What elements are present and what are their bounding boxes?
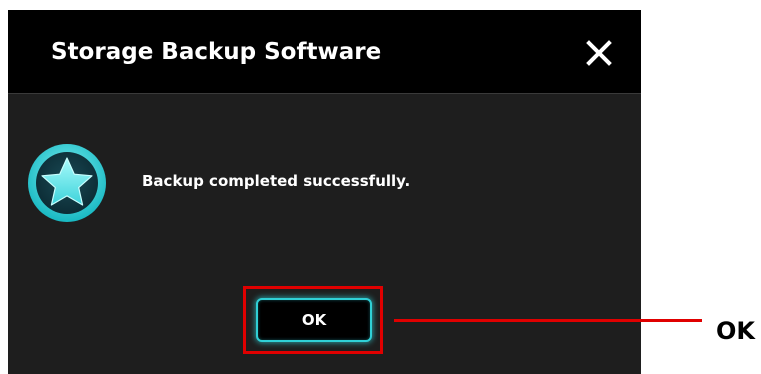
ok-button[interactable]: OK	[256, 298, 372, 342]
dialog-title: Storage Backup Software	[51, 39, 382, 65]
screenshot-stage: Storage Backup Software Backup completed…	[0, 0, 761, 374]
dialog-titlebar: Storage Backup Software	[8, 10, 641, 94]
callout-label: OK	[716, 317, 755, 345]
status-message: Backup completed successfully.	[142, 172, 411, 190]
star-icon	[26, 142, 108, 224]
close-icon[interactable]	[585, 39, 613, 67]
callout-line	[394, 319, 702, 322]
